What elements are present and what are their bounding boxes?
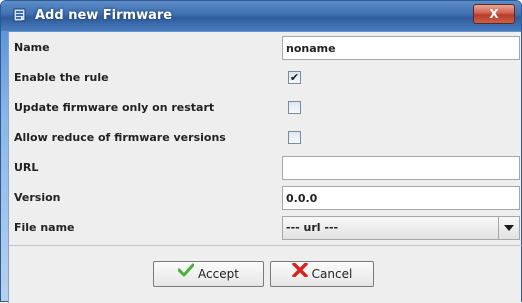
url-input[interactable] (282, 156, 520, 180)
enable-rule-checkbox[interactable]: ✔ (288, 71, 301, 84)
version-input[interactable] (282, 186, 520, 210)
dialog-title: Add new Firmware (35, 8, 173, 23)
version-row: Version (9, 183, 522, 213)
cancel-label: Cancel (311, 267, 353, 281)
checkmark-icon (177, 261, 195, 285)
chevron-down-icon[interactable] (498, 217, 519, 239)
file-name-selected-value: --- url --- (286, 221, 339, 234)
name-label: Name (14, 41, 50, 54)
allow-reduce-checkbox[interactable] (288, 131, 301, 144)
name-input[interactable] (282, 36, 520, 60)
dialog-content: Name Enable the rule ✔ Update firmware o… (8, 32, 522, 303)
file-name-row: File name --- url --- (9, 213, 522, 243)
update-on-restart-checkbox[interactable] (288, 101, 301, 114)
update-on-restart-label: Update firmware only on restart (14, 101, 215, 114)
accept-button[interactable]: Accept (153, 261, 264, 287)
button-divider (9, 245, 522, 246)
cancel-button[interactable]: Cancel (270, 261, 374, 287)
update-on-restart-row: Update firmware only on restart (9, 93, 522, 123)
version-label: Version (14, 191, 61, 204)
enable-rule-label: Enable the rule (14, 71, 109, 84)
dialog-window: Add new Firmware X Name Enable the rule … (0, 0, 522, 303)
close-icon: X (489, 7, 499, 21)
allow-reduce-row: Allow reduce of firmware versions (9, 123, 522, 153)
allow-reduce-label: Allow reduce of firmware versions (14, 131, 226, 144)
title-bar[interactable]: Add new Firmware X (1, 1, 521, 31)
accept-label: Accept (198, 267, 239, 281)
file-name-label: File name (14, 221, 75, 234)
x-mark-icon (291, 261, 308, 285)
url-label: URL (14, 161, 39, 174)
file-name-select[interactable]: --- url --- (282, 216, 520, 240)
enable-rule-row: Enable the rule ✔ (9, 63, 522, 93)
firmware-icon (12, 8, 28, 24)
close-button[interactable]: X (473, 4, 515, 24)
url-row: URL (9, 153, 522, 183)
checkmark-icon: ✔ (289, 71, 300, 84)
name-row: Name (9, 33, 522, 63)
